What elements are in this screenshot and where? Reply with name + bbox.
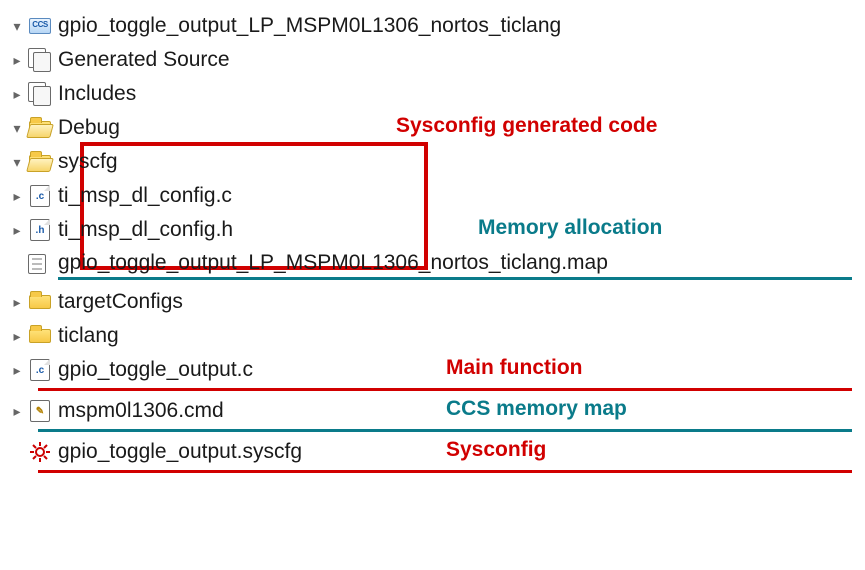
node-label: gpio_toggle_output_LP_MSPM0L1306_nortos_… xyxy=(58,251,613,280)
node-label: targetConfigs xyxy=(58,290,183,314)
gear-icon xyxy=(26,439,54,465)
node-label: mspm0l1306.cmd xyxy=(58,399,224,423)
tree-node-includes[interactable]: ▸ .h Includes xyxy=(8,78,857,110)
folder-icon xyxy=(26,289,54,315)
caret-expanded-icon[interactable]: ▾ xyxy=(8,120,26,137)
caret-collapsed-icon[interactable]: ▸ xyxy=(8,222,26,239)
ccs-project-icon xyxy=(26,13,54,39)
stacked-c-files-icon: .c xyxy=(26,47,54,73)
tree-node-syscfg-c[interactable]: ▸ .c ti_msp_dl_config.c xyxy=(8,180,857,212)
node-label: Includes xyxy=(58,82,136,106)
node-label: Generated Source xyxy=(58,48,230,72)
tree-node-generated-source[interactable]: ▸ .c Generated Source xyxy=(8,44,857,76)
underline xyxy=(38,429,852,432)
node-label: ti_msp_dl_config.h xyxy=(58,218,233,242)
node-label: ti_msp_dl_config.c xyxy=(58,184,232,208)
caret-collapsed-icon[interactable]: ▸ xyxy=(8,362,26,379)
script-file-icon: ✎ xyxy=(26,398,54,424)
tree-node-debug[interactable]: ▾ Debug Sysconfig generated code xyxy=(8,112,857,144)
folder-open-icon xyxy=(26,115,54,141)
caret-collapsed-icon[interactable]: ▸ xyxy=(8,52,26,69)
underline xyxy=(38,388,852,391)
text-file-icon xyxy=(26,253,54,279)
tree-node-syscfg-folder[interactable]: ▾ syscfg xyxy=(8,146,857,178)
tree-node-target-configs[interactable]: ▸ targetConfigs xyxy=(8,286,857,318)
tree-node-syscfg-file[interactable]: gpio_toggle_output.syscfg Sysconfig xyxy=(8,436,857,468)
caret-collapsed-icon[interactable]: ▸ xyxy=(8,86,26,103)
tree-node-cmd-file[interactable]: ▸ ✎ mspm0l1306.cmd CCS memory map xyxy=(8,395,857,427)
annotation-sysconfig: Sysconfig xyxy=(446,438,546,462)
caret-collapsed-icon[interactable]: ▸ xyxy=(8,188,26,205)
tree-node-map-file[interactable]: gpio_toggle_output_LP_MSPM0L1306_nortos_… xyxy=(8,248,857,283)
project-name: gpio_toggle_output_LP_MSPM0L1306_nortos_… xyxy=(58,14,561,38)
tree-node-syscfg-h[interactable]: ▸ .h ti_msp_dl_config.h Memory allocatio… xyxy=(8,214,857,246)
annotation-ccs-memory-map: CCS memory map xyxy=(446,397,627,421)
node-label: syscfg xyxy=(58,150,118,174)
annotation-main-function: Main function xyxy=(446,356,582,380)
tree-root[interactable]: ▾ gpio_toggle_output_LP_MSPM0L1306_norto… xyxy=(8,10,857,42)
caret-collapsed-icon[interactable]: ▸ xyxy=(8,328,26,345)
annotation-syscfg-code: Sysconfig generated code xyxy=(396,114,657,138)
underline xyxy=(38,470,852,473)
stacked-h-files-icon: .h xyxy=(26,81,54,107)
node-label: Debug xyxy=(58,116,120,140)
c-file-icon: .c xyxy=(26,183,54,209)
caret-expanded-icon[interactable]: ▾ xyxy=(8,154,26,171)
c-file-icon: .c xyxy=(26,357,54,383)
caret-collapsed-icon[interactable]: ▸ xyxy=(8,294,26,311)
tree-node-main-c[interactable]: ▸ .c gpio_toggle_output.c Main function xyxy=(8,354,857,386)
node-label: gpio_toggle_output.c xyxy=(58,358,253,382)
caret-expanded-icon[interactable]: ▾ xyxy=(8,18,26,35)
tree-node-ticlang[interactable]: ▸ ticlang xyxy=(8,320,857,352)
node-label: ticlang xyxy=(58,324,119,348)
folder-icon xyxy=(26,323,54,349)
project-explorer-tree: ▾ gpio_toggle_output_LP_MSPM0L1306_norto… xyxy=(8,10,857,473)
node-label: gpio_toggle_output.syscfg xyxy=(58,440,302,464)
annotation-memory-allocation: Memory allocation xyxy=(478,216,662,240)
folder-open-icon xyxy=(26,149,54,175)
caret-collapsed-icon[interactable]: ▸ xyxy=(8,403,26,420)
h-file-icon: .h xyxy=(26,217,54,243)
